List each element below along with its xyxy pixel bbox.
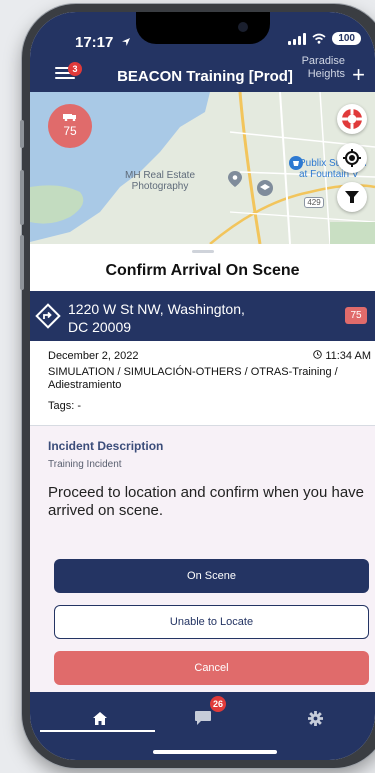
- messages-badge: 26: [210, 696, 227, 712]
- bottom-tab-bar: 26: [30, 692, 375, 760]
- map-label-mh: MH Real Estate Photography: [125, 170, 196, 192]
- directions-icon: [35, 303, 61, 329]
- map-view[interactable]: 75 MH Real Estate Photography Publix Supe…: [30, 92, 375, 244]
- place-pin-icon: [228, 171, 242, 187]
- confirm-arrival-sheet: Confirm Arrival On Scene 1220 W St NW, W…: [30, 244, 375, 712]
- map-place-label-header: Paradise Heights: [302, 55, 345, 81]
- app-title: BEACON Training [Prod]: [117, 68, 293, 85]
- incident-address: 1220 W St NW, Washington, DC 20009: [68, 300, 318, 336]
- route-shield: 429: [304, 197, 324, 208]
- incident-date: December 2, 2022: [48, 350, 139, 362]
- sheet-title: Confirm Arrival On Scene: [105, 262, 300, 279]
- address-badge: 75: [345, 307, 367, 324]
- description-text: Training Incident: [48, 459, 122, 470]
- life-ring-icon: [342, 109, 362, 129]
- top-app-bar: 17:17 100 3 BEACON Training [Prod] Parad…: [30, 12, 375, 92]
- on-scene-button[interactable]: On Scene: [54, 559, 369, 593]
- truck-icon: [63, 114, 76, 122]
- description-section: Incident Description Training Incident P…: [30, 426, 375, 698]
- address-line1: 1220 W St NW, Washington,: [68, 301, 245, 317]
- unable-to-locate-button[interactable]: Unable to Locate: [54, 605, 369, 639]
- tab-home-indicator: [40, 730, 155, 732]
- gear-icon: [307, 710, 323, 726]
- description-heading: Incident Description: [48, 439, 164, 453]
- location-arrow-icon: [121, 38, 130, 46]
- tab-home[interactable]: [85, 704, 115, 732]
- volume-down-button: [20, 235, 24, 290]
- status-time: 17:17: [75, 34, 131, 51]
- emergency-button[interactable]: [337, 104, 367, 134]
- clock-icon: [313, 350, 322, 359]
- battery-indicator: 100: [332, 32, 361, 45]
- address-bar[interactable]: 1220 W St NW, Washington, DC 20009 75: [30, 291, 375, 341]
- camera-dot: [238, 22, 248, 32]
- cancel-button[interactable]: Cancel: [54, 651, 369, 685]
- notch: [136, 12, 270, 44]
- chat-icon: [195, 711, 211, 725]
- tab-settings[interactable]: [300, 704, 330, 732]
- unit-marker[interactable]: 75: [48, 104, 92, 148]
- incident-details: December 2, 2022 11:34 AM SIMULATION / S…: [30, 341, 375, 426]
- screen: 17:17 100 3 BEACON Training [Prod] Parad…: [30, 12, 375, 760]
- mute-switch: [20, 120, 24, 148]
- school-icon: [257, 180, 273, 196]
- incident-time-text: 11:34 AM: [325, 350, 371, 362]
- place-label-line2: Heights: [307, 68, 345, 80]
- confirm-prompt: Proceed to location and confirm when you…: [48, 484, 365, 519]
- filter-button[interactable]: [337, 182, 367, 212]
- signal-icon: [288, 32, 307, 45]
- home-icon: [93, 711, 107, 725]
- wifi-icon: [312, 33, 326, 44]
- locate-button[interactable]: [337, 143, 367, 173]
- status-time-text: 17:17: [75, 34, 114, 51]
- sheet-grabber[interactable]: [192, 250, 214, 253]
- filter-icon: [345, 191, 359, 203]
- volume-up-button: [20, 170, 24, 225]
- status-indicators: 100: [288, 32, 361, 45]
- incident-time: 11:34 AM: [313, 350, 371, 362]
- incident-type: SIMULATION / SIMULACIÓN-OTHERS / OTRAS-T…: [48, 366, 338, 391]
- locate-icon: [343, 149, 361, 167]
- place-label-line1: Paradise: [301, 55, 345, 67]
- unit-count: 75: [63, 124, 77, 138]
- incident-tags: Tags: -: [48, 400, 82, 412]
- add-button[interactable]: +: [352, 62, 365, 88]
- home-indicator: [153, 750, 277, 754]
- menu-badge: 3: [68, 62, 82, 76]
- address-line2: DC 20009: [68, 319, 132, 335]
